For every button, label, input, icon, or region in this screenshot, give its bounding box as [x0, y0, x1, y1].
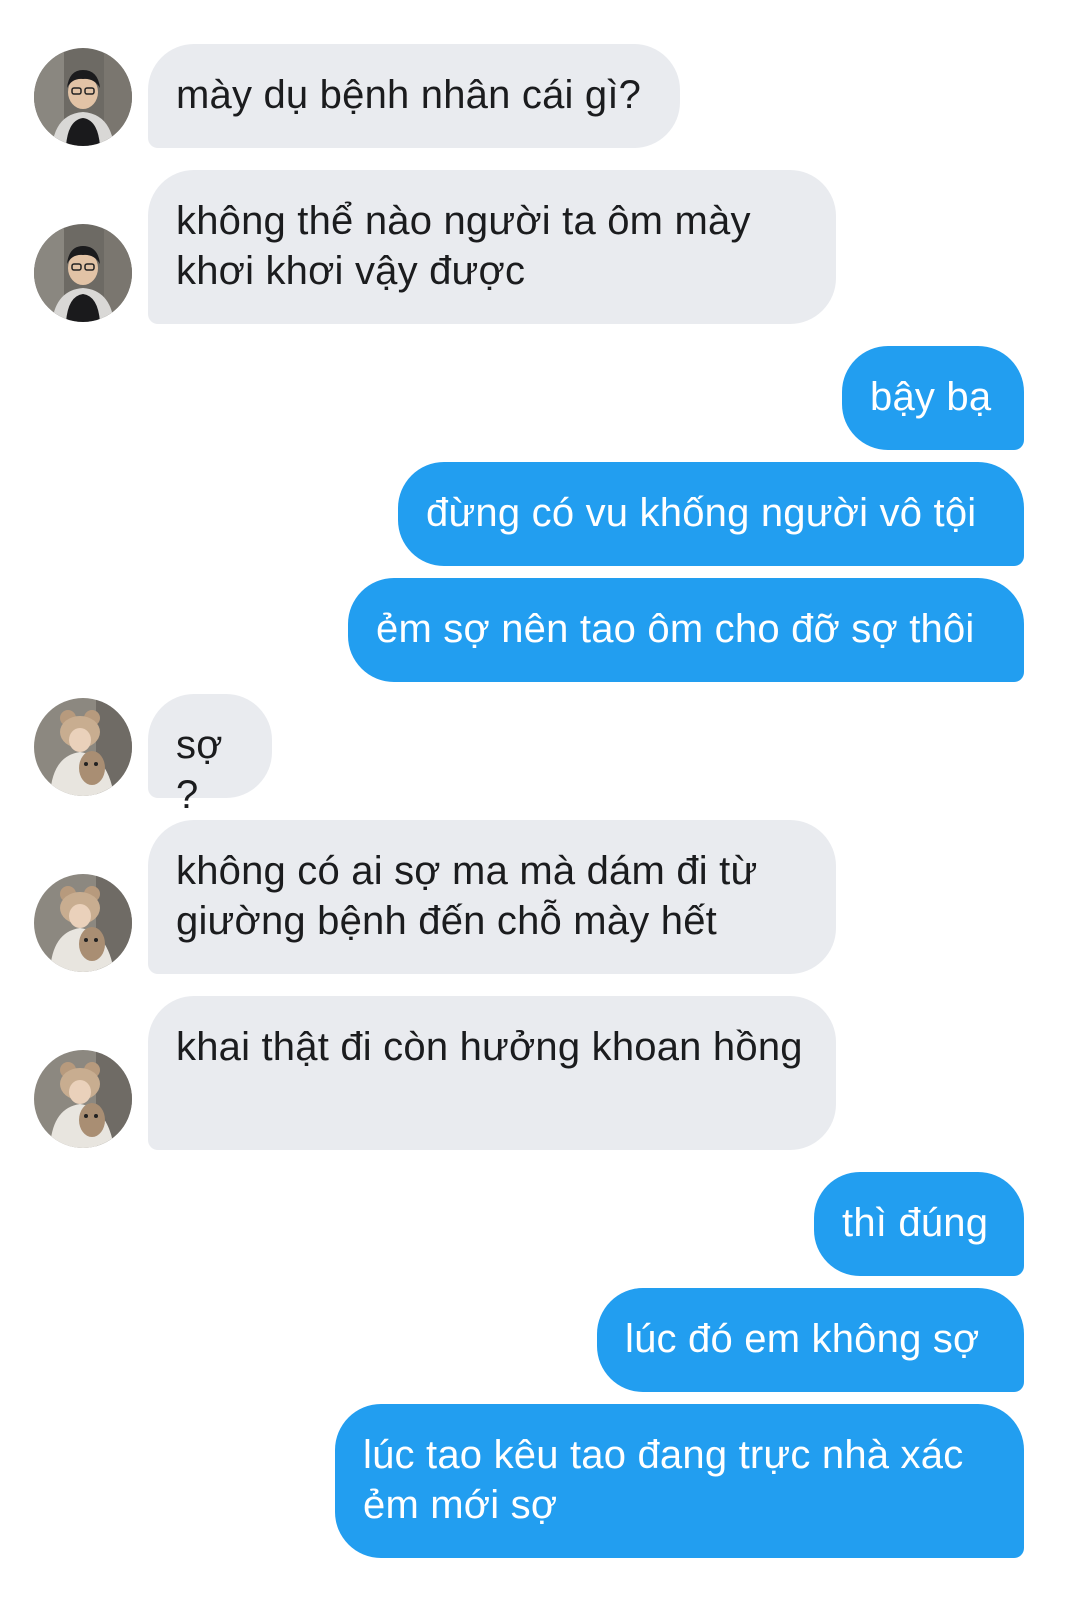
- contact-avatar-icon[interactable]: [34, 224, 132, 322]
- chat-thread: mày dụ bệnh nhân cái gì? không thể nào n…: [0, 0, 1080, 1603]
- message-bubble-outgoing[interactable]: ẻm sợ nên tao ôm cho đỡ sợ thôi: [348, 578, 1024, 682]
- message-bubble-outgoing[interactable]: bậy bạ: [842, 346, 1024, 450]
- message-bubble-outgoing[interactable]: thì đúng: [814, 1172, 1024, 1276]
- message-bubble-outgoing[interactable]: đừng có vu khống người vô tội: [398, 462, 1024, 566]
- contact-avatar-icon[interactable]: [34, 48, 132, 146]
- message-bubble-incoming[interactable]: sợ?: [148, 694, 272, 817]
- contact-avatar-icon[interactable]: [34, 698, 132, 796]
- contact-avatar-icon[interactable]: [34, 1050, 132, 1148]
- message-bubble-incoming[interactable]: khai thật đi còn hưởng khoan hồng: [148, 996, 836, 1150]
- message-bubble-incoming[interactable]: mày dụ bệnh nhân cái gì?: [148, 44, 680, 148]
- message-bubble-incoming[interactable]: không thể nào người ta ôm mày khơi khơi …: [148, 170, 836, 324]
- contact-avatar-icon[interactable]: [34, 874, 132, 972]
- message-bubble-outgoing[interactable]: lúc tao kêu tao đang trực nhà xác ẻm mới…: [335, 1404, 1024, 1558]
- message-bubble-incoming[interactable]: không có ai sợ ma mà dám đi từ giường bệ…: [148, 820, 836, 974]
- message-bubble-outgoing[interactable]: lúc đó em không sợ: [597, 1288, 1024, 1392]
